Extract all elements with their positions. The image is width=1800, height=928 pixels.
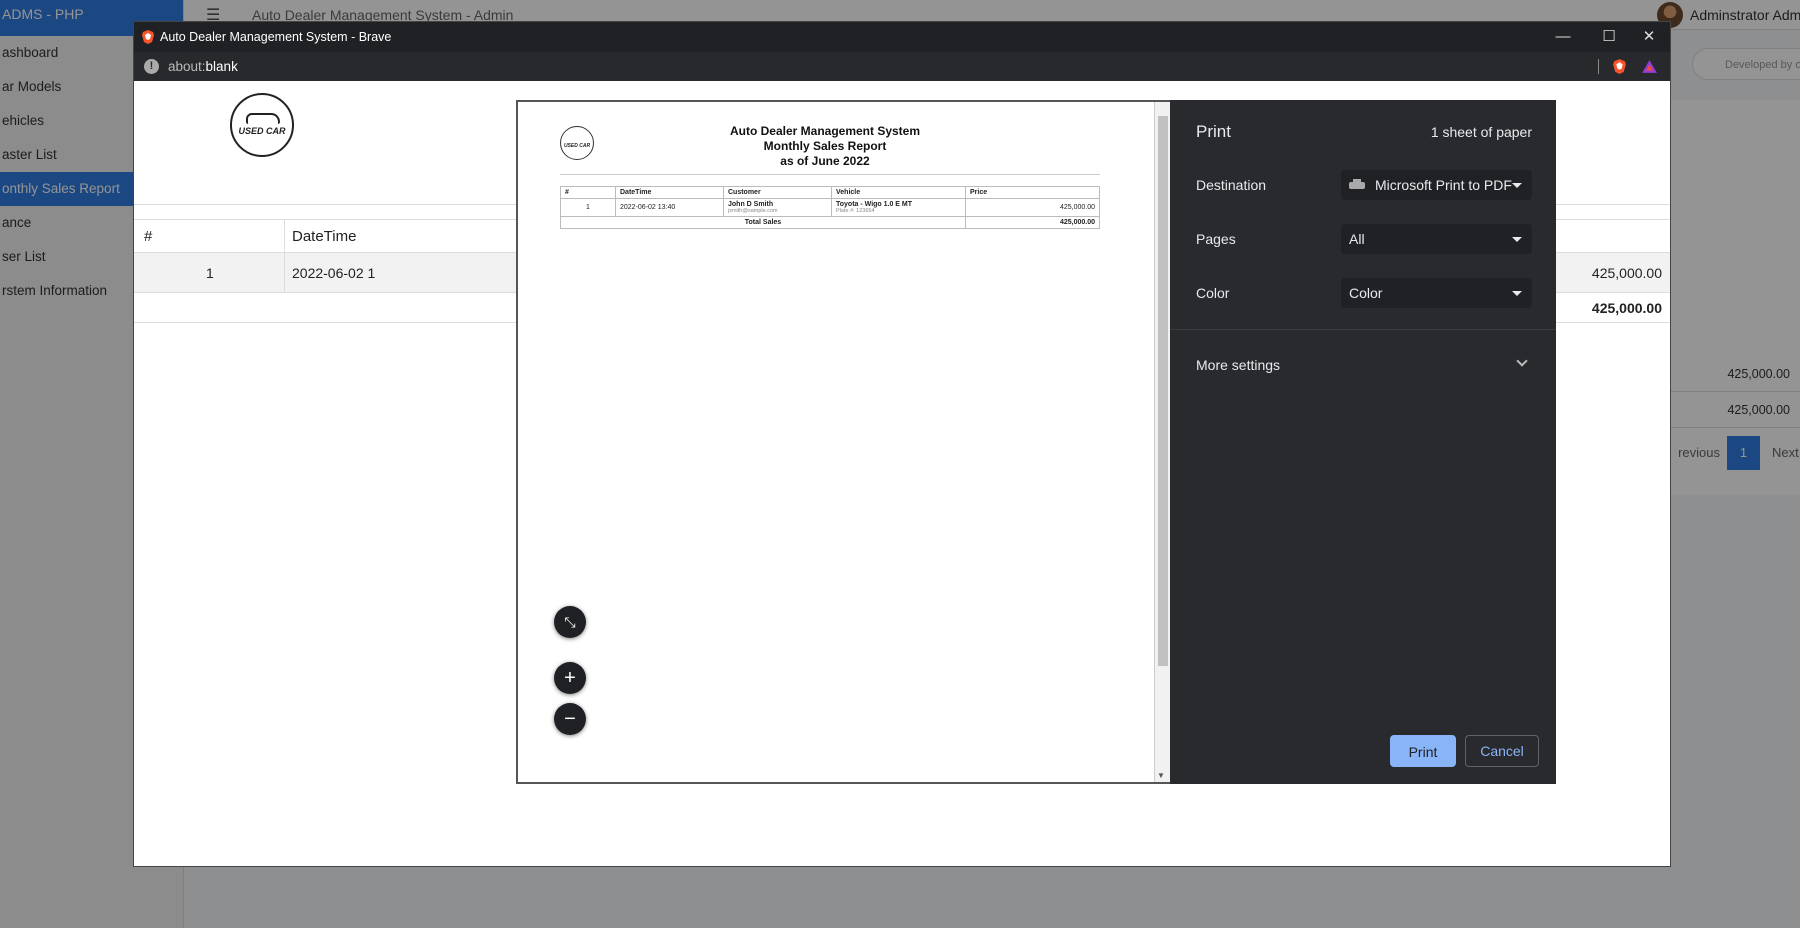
vehicle-name: Toyota - Wigo 1.0 E MT	[836, 201, 913, 208]
address-host: blank	[205, 59, 238, 74]
column-header: Price	[965, 186, 1100, 199]
address-text[interactable]: about:blank	[168, 59, 238, 74]
preview-heading: Monthly Sales Report	[763, 139, 887, 153]
column-header: #	[560, 186, 616, 199]
row-vehicle: Toyota - Wigo 1.0 E MT Plate #: 123654	[831, 198, 966, 217]
minimize-icon[interactable]: —	[1540, 22, 1586, 52]
fit-to-page-icon[interactable]: ⤡	[554, 606, 586, 638]
row-number: 1	[206, 265, 214, 281]
scrollbar-thumb[interactable]	[1158, 116, 1168, 666]
print-settings-panel: Print 1 sheet of paper Destination Micro…	[1170, 100, 1556, 784]
panel-divider	[1170, 329, 1556, 330]
print-title: Print	[1196, 122, 1231, 141]
caret-down-icon	[1512, 291, 1522, 296]
preview-heading: Auto Dealer Management System	[729, 124, 921, 138]
address-bar[interactable]: ! about:blank	[134, 52, 1670, 81]
pages-label: Pages	[1196, 231, 1236, 247]
print-preview[interactable]: USED CAR Auto Dealer Management System M…	[516, 100, 1170, 784]
sheet-count: 1 sheet of paper	[1430, 124, 1532, 140]
print-button[interactable]: Print	[1390, 735, 1456, 767]
brave-shield-icon[interactable]	[1611, 58, 1628, 75]
brave-window: Auto Dealer Management System - Brave — …	[133, 21, 1671, 867]
brave-logo-icon	[142, 30, 154, 44]
preview-divider	[560, 174, 1100, 175]
more-settings-toggle[interactable]: More settings	[1196, 357, 1280, 373]
preview-page: USED CAR Auto Dealer Management System M…	[520, 104, 1150, 782]
row-datetime: 2022-06-02 13:40	[615, 198, 724, 217]
pages-value: All	[1349, 231, 1365, 247]
used-car-logo: USED CAR	[230, 93, 294, 157]
site-info-icon[interactable]: !	[144, 59, 159, 74]
destination-select[interactable]: Microsoft Print to PDF	[1341, 170, 1532, 200]
row-price: 425,000.00	[1591, 265, 1662, 281]
column-header: Vehicle	[831, 186, 966, 199]
column-header: DateTime	[284, 220, 356, 254]
cancel-button[interactable]: Cancel	[1465, 735, 1539, 767]
zoom-out-icon[interactable]: −	[554, 703, 586, 735]
row-datetime: 2022-06-02 1	[284, 253, 375, 293]
brave-rewards-icon[interactable]	[1641, 58, 1658, 75]
car-icon	[246, 113, 280, 124]
row-number: 1	[560, 198, 616, 217]
window-titlebar[interactable]: Auto Dealer Management System - Brave — …	[134, 22, 1670, 52]
preview-scrollbar[interactable]: ▼	[1154, 102, 1170, 782]
preview-table: # DateTime Customer Vehicle Price 1 2022…	[560, 186, 1100, 229]
vehicle-plate: Plate #: 123654	[836, 208, 875, 214]
row-customer: John D Smith jsmith@sample.com	[723, 198, 832, 217]
address-scheme: about:	[168, 59, 206, 74]
preview-heading: as of June 2022	[780, 154, 870, 168]
column-header: Customer	[723, 186, 832, 199]
pages-select[interactable]: All	[1341, 224, 1532, 254]
close-icon[interactable]: ✕	[1626, 22, 1672, 52]
window-title: Auto Dealer Management System - Brave	[160, 30, 392, 44]
color-select[interactable]: Color	[1341, 278, 1532, 308]
row-price: 425,000.00	[965, 198, 1100, 217]
total-value: 425,000.00	[1591, 300, 1662, 316]
color-label: Color	[1196, 285, 1230, 301]
customer-email: jsmith@sample.com	[728, 208, 778, 214]
chevron-down-icon[interactable]	[1516, 355, 1528, 367]
total-value: 425,000.00	[965, 216, 1100, 229]
destination-value: Microsoft Print to PDF	[1375, 177, 1512, 193]
total-row: Total Sales 425,000.00	[560, 216, 1100, 229]
printer-icon	[1349, 179, 1365, 191]
table-row: 1 2022-06-02 13:40 John D Smith jsmith@sa…	[560, 198, 1100, 217]
zoom-in-icon[interactable]: +	[554, 662, 586, 694]
column-header: #	[144, 228, 153, 245]
scroll-down-arrow-icon[interactable]: ▼	[1157, 771, 1165, 780]
color-value: Color	[1349, 285, 1383, 301]
caret-down-icon	[1512, 237, 1522, 242]
caret-down-icon	[1512, 183, 1522, 188]
address-separator	[1598, 59, 1599, 74]
customer-name: John D Smith	[728, 201, 774, 208]
column-header: DateTime	[615, 186, 724, 199]
preview-logo: USED CAR	[560, 126, 594, 160]
destination-label: Destination	[1196, 177, 1267, 193]
total-label: Total Sales	[560, 216, 966, 229]
